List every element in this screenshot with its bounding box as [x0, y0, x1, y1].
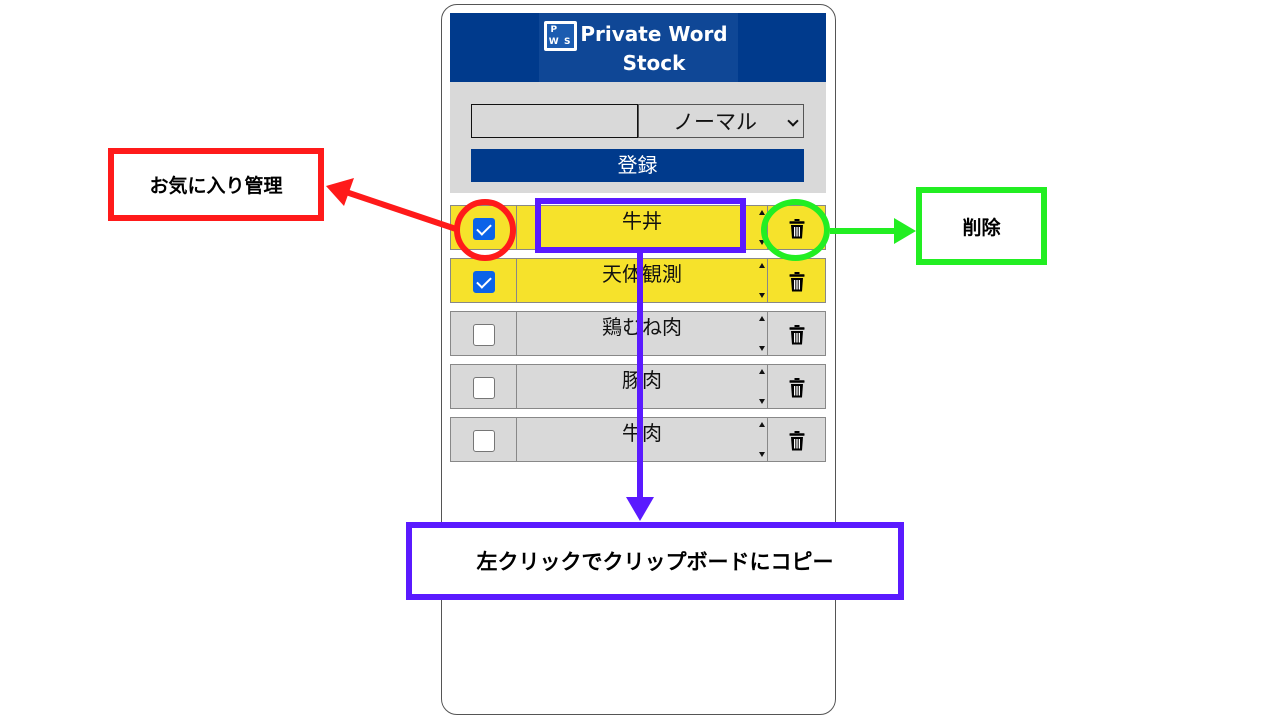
delete-annotation: 削除: [916, 187, 1047, 265]
word-row: 天体観測: [450, 258, 826, 303]
favorite-cell: [451, 418, 517, 461]
favorite-checkbox[interactable]: [473, 430, 495, 452]
favorite-annotation: お気に入り管理: [108, 148, 324, 221]
mode-select-value: ノーマル: [673, 110, 757, 134]
trash-icon[interactable]: [789, 272, 805, 292]
mode-select[interactable]: ノーマル: [638, 104, 804, 138]
word-input[interactable]: [471, 104, 638, 138]
word-row: 鶏むね肉: [450, 311, 826, 356]
word-row: 豚肉: [450, 364, 826, 409]
delete-cell: [767, 259, 825, 302]
trash-icon[interactable]: [789, 325, 805, 345]
word-scroll-arrows[interactable]: [757, 312, 767, 355]
favorite-highlight-circle: [454, 199, 516, 261]
delete-cell: [767, 418, 825, 461]
app-logo-icon: P W S: [544, 21, 577, 51]
logo-letter: P: [550, 25, 558, 35]
chevron-down-icon: [787, 115, 799, 127]
word-text[interactable]: 牛肉: [517, 418, 767, 461]
delete-cell: [767, 365, 825, 408]
copy-highlight-rect: [535, 198, 746, 253]
favorite-arrow-line: [345, 189, 457, 232]
app-title: Private Word Stock: [580, 22, 728, 75]
delete-arrow-head: [894, 218, 916, 244]
word-row: 牛肉: [450, 417, 826, 462]
word-scroll-arrows[interactable]: [757, 259, 767, 302]
trash-icon[interactable]: [789, 431, 805, 451]
logo-letter: W: [548, 37, 559, 47]
word-scroll-arrows[interactable]: [757, 365, 767, 408]
favorite-cell: [451, 365, 517, 408]
favorite-checkbox[interactable]: [473, 324, 495, 346]
delete-cell: [767, 312, 825, 355]
logo-letter: S: [564, 37, 571, 47]
favorite-checkbox[interactable]: [473, 377, 495, 399]
favorite-cell: [451, 259, 517, 302]
word-scroll-arrows[interactable]: [757, 418, 767, 461]
word-text[interactable]: 天体観測: [517, 259, 767, 302]
trash-icon[interactable]: [789, 378, 805, 398]
copy-annotation: 左クリックでクリップボードにコピー: [406, 522, 904, 600]
word-text[interactable]: 鶏むね肉: [517, 312, 767, 355]
favorite-arrow-head: [326, 178, 354, 206]
favorite-cell: [451, 312, 517, 355]
register-button[interactable]: 登録: [471, 149, 804, 182]
favorite-checkbox[interactable]: [473, 271, 495, 293]
word-text[interactable]: 豚肉: [517, 365, 767, 408]
delete-highlight-circle: [761, 199, 830, 261]
